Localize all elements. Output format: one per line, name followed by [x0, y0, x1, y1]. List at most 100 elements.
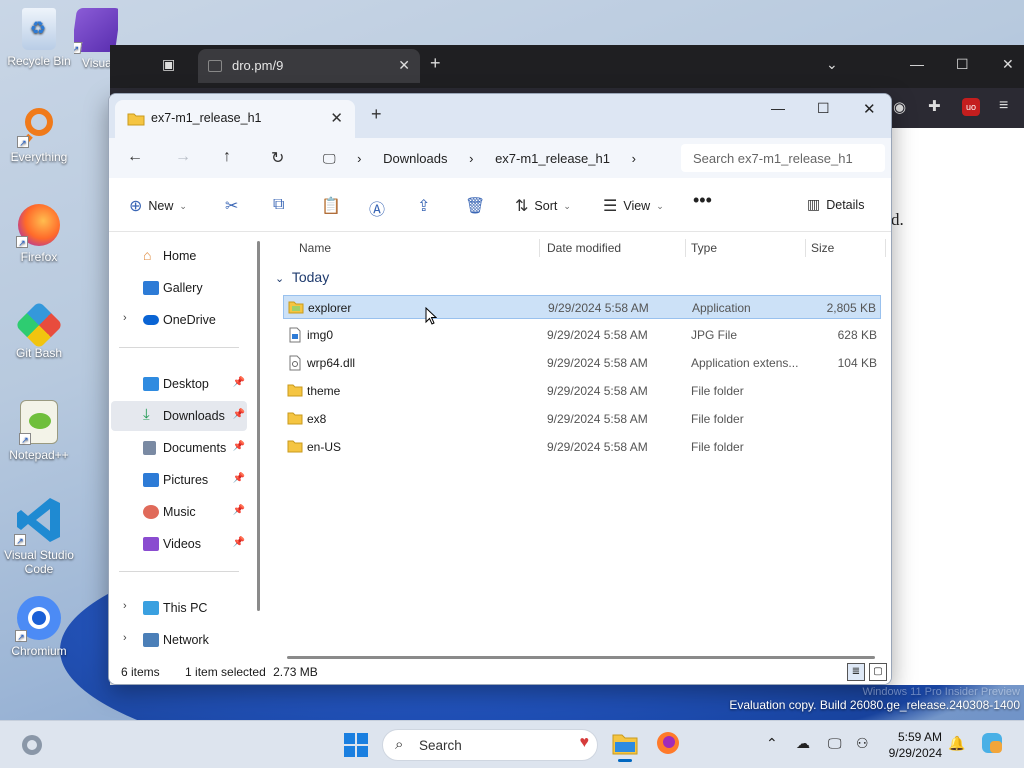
table-row[interactable]: ex8 9/29/2024 5:58 AM File folder — [283, 407, 881, 431]
nav-scrollbar[interactable] — [257, 241, 260, 611]
desktop-icon-firefox[interactable]: ↗ Firefox — [4, 204, 74, 264]
table-row[interactable]: img0 9/29/2024 5:58 AM JPG File 628 KB — [283, 323, 881, 347]
nav-item-this-pc[interactable]: › This PC — [111, 593, 247, 623]
pin-icon[interactable]: 📌 — [233, 537, 245, 548]
breadcrumb-downloads[interactable]: Downloads — [383, 151, 447, 166]
nav-item-desktop[interactable]: Desktop 📌 — [111, 369, 247, 399]
column-divider[interactable] — [885, 239, 886, 257]
account-icon[interactable]: ◉ — [893, 98, 906, 116]
back-arrow-icon[interactable]: ← — [127, 148, 143, 166]
refresh-icon[interactable]: ↻ — [271, 148, 284, 168]
file-date: 9/29/2024 5:58 AM — [547, 440, 648, 454]
file-type: File folder — [691, 384, 744, 398]
share-icon[interactable]: ⇪ — [417, 196, 430, 216]
tab-overview-icon[interactable]: ▣ — [162, 56, 175, 73]
close-icon[interactable]: ✕ — [1002, 56, 1014, 73]
file-type: File folder — [691, 412, 744, 426]
onedrive-offline-icon[interactable]: ☁ — [796, 735, 810, 752]
table-row[interactable]: wrp64.dll 9/29/2024 5:58 AM Application … — [283, 351, 881, 375]
column-header-date[interactable]: Date modified — [547, 241, 621, 255]
column-divider[interactable] — [685, 239, 686, 257]
file-explorer-taskbar-icon[interactable] — [612, 731, 638, 762]
cut-icon[interactable]: ✂ — [225, 196, 238, 216]
file-date: 9/29/2024 5:58 AM — [548, 301, 649, 315]
new-tab-icon[interactable]: + — [371, 104, 382, 125]
nav-item-downloads[interactable]: ⤓ Downloads 📌 — [111, 401, 247, 431]
minimize-icon[interactable]: — — [910, 56, 924, 72]
nav-item-pictures[interactable]: Pictures 📌 — [111, 465, 247, 495]
close-tab-icon[interactable]: ✕ — [330, 109, 343, 127]
desktop-icon-chromium[interactable]: ↗ Chromium — [4, 596, 74, 658]
menu-icon[interactable]: ≡ — [999, 97, 1008, 115]
nav-item-gallery[interactable]: Gallery — [111, 273, 247, 303]
firefox-taskbar-icon[interactable] — [656, 731, 680, 758]
start-windows-icon[interactable] — [344, 733, 368, 760]
extensions-icon[interactable]: ✚ — [928, 97, 941, 115]
explorer-tab[interactable]: ex7-m1_release_h1 ✕ — [115, 100, 355, 138]
pin-icon[interactable]: 📌 — [233, 473, 245, 484]
nav-item-documents[interactable]: Documents 📌 — [111, 433, 247, 463]
pin-icon[interactable]: 📌 — [233, 377, 245, 388]
desktop-icon-recycle-bin[interactable]: ♻ Recycle Bin — [4, 8, 74, 68]
column-divider[interactable] — [539, 239, 540, 257]
nav-item-onedrive[interactable]: › OneDrive — [111, 305, 247, 335]
up-arrow-icon[interactable]: ↑ — [223, 148, 231, 166]
search-input[interactable]: Search ex7-m1_release_h1 — [681, 144, 885, 172]
close-icon[interactable]: ✕ — [398, 57, 410, 74]
maximize-icon[interactable]: ☐ — [817, 100, 830, 117]
view-button[interactable]: ☰ View ⌄ — [603, 196, 664, 216]
display-icon[interactable]: 🖵 — [828, 735, 842, 752]
nav-item-network[interactable]: › Network — [111, 625, 247, 655]
details-view-icon[interactable]: ≣ — [847, 663, 865, 681]
file-name: theme — [307, 384, 341, 398]
chevron-up-icon[interactable]: ⌃ — [766, 735, 778, 752]
breadcrumb[interactable]: 🖵 › Downloads › ex7-m1_release_h1 › — [313, 144, 665, 172]
more-options-icon[interactable]: ••• — [693, 190, 712, 211]
close-icon[interactable]: ✕ — [863, 100, 876, 118]
paste-icon[interactable]: 📋 — [321, 196, 341, 216]
new-tab-icon[interactable]: + — [430, 53, 441, 74]
desktop-icon-label: Everything — [10, 150, 68, 164]
column-header-type[interactable]: Type — [691, 241, 717, 255]
browser-tab[interactable]: dro.pm/9 ✕ — [198, 49, 420, 83]
copy-icon[interactable]: ⧉ — [273, 196, 284, 214]
taskbar-search-box[interactable]: ⌕ Search ♥ — [382, 729, 598, 761]
file-type: Application extens... — [691, 356, 799, 370]
nav-item-home[interactable]: ⌂ Home — [111, 241, 247, 271]
group-header-today[interactable]: ⌄ Today — [275, 269, 329, 285]
widgets-icon[interactable] — [20, 733, 44, 760]
file-list-horizontal-scrollbar[interactable] — [287, 656, 875, 659]
desktop-icon-notepadpp[interactable]: ↗ Notepad++ — [4, 400, 74, 462]
column-header-name[interactable]: Name — [299, 241, 331, 255]
pin-icon[interactable]: 📌 — [233, 505, 245, 516]
new-button[interactable]: ⊕ New ⌄ — [129, 196, 187, 216]
chevron-down-icon[interactable]: ⌄ — [826, 56, 838, 73]
desktop-icon-everything[interactable]: ↗ Everything — [4, 106, 74, 164]
desktop-icon-vscode[interactable]: ↗ Visual Studio Code — [4, 496, 74, 576]
ublock-icon[interactable]: uo — [962, 98, 980, 116]
notification-bell-icon[interactable]: 🔔 — [948, 735, 965, 752]
nav-item-videos[interactable]: Videos 📌 — [111, 529, 247, 559]
pin-icon[interactable]: 📌 — [233, 441, 245, 452]
tiles-view-icon[interactable]: ▢ — [869, 663, 887, 681]
table-row[interactable]: explorer 9/29/2024 5:58 AM Application 2… — [283, 295, 881, 319]
breadcrumb-current[interactable]: ex7-m1_release_h1 — [495, 151, 610, 166]
forward-arrow-icon[interactable]: → — [175, 148, 191, 166]
network-status-icon[interactable]: ⚇ — [856, 735, 869, 752]
system-clock[interactable]: 5:59 AM 9/29/2024 — [889, 729, 942, 761]
onedrive-cloud-icon — [143, 315, 159, 325]
delete-icon[interactable]: 🗑 — [465, 196, 485, 216]
nav-item-music[interactable]: Music 📌 — [111, 497, 247, 527]
details-button[interactable]: ▥ Details — [807, 196, 864, 213]
table-row[interactable]: theme 9/29/2024 5:58 AM File folder — [283, 379, 881, 403]
sort-button[interactable]: ⇅ Sort ⌄ — [515, 196, 571, 216]
minimize-icon[interactable]: — — [771, 100, 785, 116]
maximize-icon[interactable]: ☐ — [956, 56, 969, 73]
table-row[interactable]: en-US 9/29/2024 5:58 AM File folder — [283, 435, 881, 459]
rename-icon[interactable]: Ⓐ — [369, 196, 385, 220]
column-header-size[interactable]: Size — [811, 241, 834, 255]
pin-icon[interactable]: 📌 — [233, 409, 245, 420]
copilot-icon[interactable] — [980, 731, 1006, 758]
desktop-icon-git-bash[interactable]: Git Bash — [4, 300, 74, 360]
column-divider[interactable] — [805, 239, 806, 257]
